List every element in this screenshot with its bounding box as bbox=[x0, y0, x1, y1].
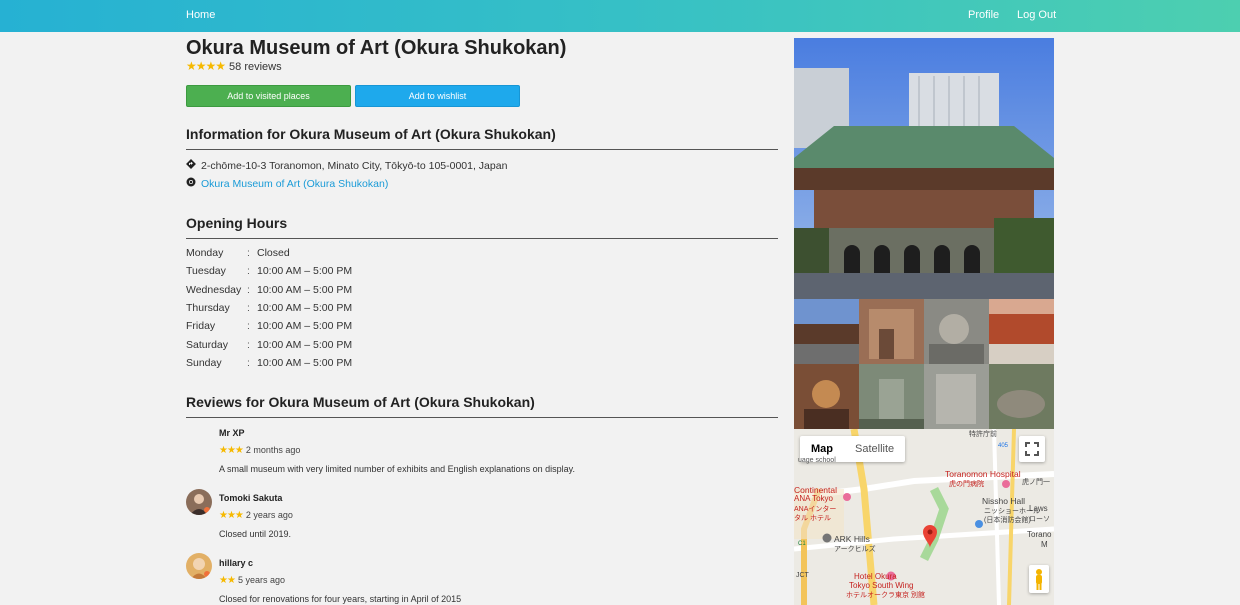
add-to-wishlist-button[interactable]: Add to wishlist bbox=[355, 85, 520, 107]
hours-day-label: Saturday bbox=[186, 338, 229, 351]
hours-day-label: Monday bbox=[186, 247, 224, 259]
tab-satellite[interactable]: Satellite bbox=[844, 436, 905, 462]
map-label: Nissho Hall bbox=[982, 496, 1025, 506]
address-row: 2-chōme-10-3 Toranomon, Minato City, Tōk… bbox=[186, 159, 507, 172]
review-text: A small museum with very limited number … bbox=[219, 464, 576, 474]
hours-separator: : bbox=[247, 320, 250, 333]
hours-day-label: Friday bbox=[186, 320, 216, 333]
map-widget[interactable]: Map Satellite Toranomon Hospital 虎の門病院 N… bbox=[794, 429, 1054, 605]
top-navbar: Home Profile Log Out bbox=[0, 0, 1240, 32]
map-label: Toranomon Hospital bbox=[945, 469, 1021, 479]
hours-separator: : bbox=[247, 301, 250, 314]
map-label: Torano bbox=[1027, 530, 1052, 539]
review-stars-icon: ★★★ bbox=[219, 510, 244, 521]
map-label: JCT bbox=[796, 572, 809, 579]
review-meta: ★★★ 2 years ago bbox=[219, 510, 293, 521]
hours-separator: : bbox=[247, 265, 250, 278]
hours-day-label: Tuesday bbox=[186, 265, 226, 278]
hours-day-label: Wednesday bbox=[186, 283, 242, 296]
map-label: アークヒルズ bbox=[834, 546, 876, 553]
address-text: 2-chōme-10-3 Toranomon, Minato City, Tōk… bbox=[201, 160, 508, 172]
hours-separator: : bbox=[247, 247, 250, 259]
map-label: Tokyo South Wing bbox=[849, 581, 914, 590]
reviewer-name: Mr XP bbox=[219, 428, 245, 438]
main-photo[interactable] bbox=[794, 38, 1054, 299]
directions-icon bbox=[186, 159, 198, 172]
map-label: (日本消防会館) bbox=[984, 517, 1031, 524]
nav-logout-link[interactable]: Log Out bbox=[1017, 9, 1056, 21]
reviewer-name: hillary c bbox=[219, 558, 254, 568]
map-label: ローソ bbox=[1029, 516, 1050, 523]
hours-time-value: 10:00 AM – 5:00 PM bbox=[257, 338, 353, 351]
map-label: M bbox=[1041, 540, 1048, 549]
review-time: 2 years ago bbox=[245, 510, 293, 520]
add-to-visited-button[interactable]: Add to visited places bbox=[186, 85, 351, 107]
website-link[interactable]: Okura Museum of Art (Okura Shukokan) bbox=[201, 178, 388, 190]
review-meta: ★★ 5 years ago bbox=[219, 575, 285, 586]
street-view-pegman-icon[interactable] bbox=[1029, 565, 1049, 593]
nav-home-link[interactable]: Home bbox=[186, 9, 215, 21]
review-time: 5 years ago bbox=[237, 575, 285, 585]
reviewer-name: Tomoki Sakuta bbox=[219, 493, 283, 503]
map-label: 虎の門病院 bbox=[949, 481, 984, 488]
map-label: ホテルオークラ東京 別館 bbox=[846, 592, 925, 599]
hours-separator: : bbox=[247, 283, 250, 296]
chrome-icon bbox=[186, 177, 198, 190]
hours-separator: : bbox=[247, 338, 250, 351]
review-text: Closed until 2019. bbox=[219, 529, 292, 539]
hours-time-value: 10:00 AM – 5:00 PM bbox=[257, 320, 353, 333]
photo-thumbnail[interactable] bbox=[794, 364, 859, 429]
map-label: uage school bbox=[798, 457, 836, 464]
rating-summary: ★★★★ 58 reviews bbox=[186, 59, 282, 73]
side-panel: Map Satellite Toranomon Hospital 虎の門病院 N… bbox=[794, 38, 1054, 605]
photo-thumbnail[interactable] bbox=[794, 299, 859, 364]
map-label: C1 bbox=[798, 541, 806, 547]
review-count: 58 reviews bbox=[229, 61, 282, 73]
map-label: ANA Tokyo bbox=[794, 494, 833, 503]
hours-time-value: 10:00 AM – 5:00 PM bbox=[257, 283, 353, 296]
map-label: 405 bbox=[998, 443, 1009, 449]
map-label: 特許庁前 bbox=[969, 431, 997, 438]
photo-thumbnail[interactable] bbox=[924, 299, 989, 364]
map-label: ARK Hills bbox=[834, 534, 870, 544]
review-text: Closed for renovations for four years, s… bbox=[219, 594, 462, 604]
map-label: Laws bbox=[1029, 504, 1048, 513]
hours-time-value: Closed bbox=[257, 247, 290, 259]
review-time: 2 months ago bbox=[245, 445, 301, 455]
review-meta: ★★★ 2 months ago bbox=[219, 445, 300, 456]
photo-thumbnail[interactable] bbox=[989, 299, 1054, 364]
nav-profile-link[interactable]: Profile bbox=[968, 9, 999, 21]
map-label: 虎ノ門一 bbox=[1022, 479, 1050, 486]
review-stars-icon: ★★★ bbox=[219, 445, 244, 456]
info-heading: Information for Okura Museum of Art (Oku… bbox=[186, 126, 778, 150]
fullscreen-icon[interactable] bbox=[1019, 436, 1045, 462]
rating-stars-icon: ★★★★ bbox=[186, 59, 226, 73]
hours-day-label: Sunday bbox=[186, 356, 222, 369]
photo-thumbnail[interactable] bbox=[989, 364, 1054, 429]
hours-time-value: 10:00 AM – 5:00 PM bbox=[257, 301, 353, 314]
review-stars-icon: ★★ bbox=[219, 575, 236, 586]
page-title: Okura Museum of Art (Okura Shukokan) bbox=[186, 37, 567, 59]
hours-heading: Opening Hours bbox=[186, 215, 778, 239]
map-label: タル ホテル bbox=[794, 515, 831, 522]
avatar bbox=[186, 489, 212, 515]
reviews-heading: Reviews for Okura Museum of Art (Okura S… bbox=[186, 394, 778, 418]
hours-separator: : bbox=[247, 356, 250, 369]
hours-day-label: Thursday bbox=[186, 301, 230, 314]
hours-time-value: 10:00 AM – 5:00 PM bbox=[257, 356, 353, 369]
website-row: Okura Museum of Art (Okura Shukokan) bbox=[186, 177, 388, 190]
hours-time-value: 10:00 AM – 5:00 PM bbox=[257, 265, 353, 278]
avatar bbox=[186, 553, 212, 579]
photo-thumbnail[interactable] bbox=[859, 299, 924, 364]
photo-thumbnail[interactable] bbox=[859, 364, 924, 429]
map-label: Hotel Okura bbox=[854, 572, 897, 581]
photo-thumbnail[interactable] bbox=[924, 364, 989, 429]
